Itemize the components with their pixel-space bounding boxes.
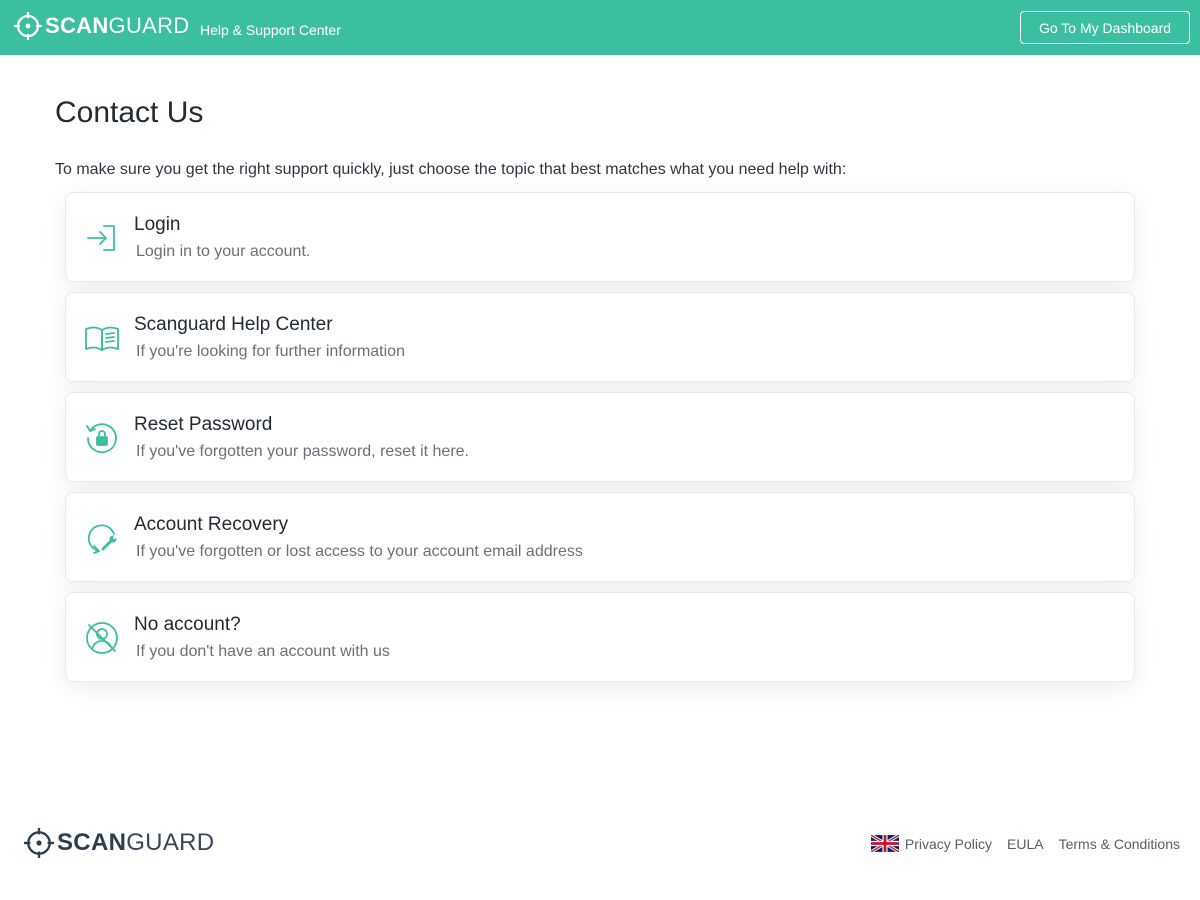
header-subtitle: Help & Support Center [200,22,341,38]
terms-conditions-link[interactable]: Terms & Conditions [1059,836,1180,852]
eula-link[interactable]: EULA [1007,836,1044,852]
topic-card-no-account[interactable]: No account? If you don't have an account… [65,592,1135,682]
footer-wordmark-light: GUARD [126,829,215,856]
card-description: If you've forgotten your password, reset… [136,443,469,460]
card-description: Login in to your account. [136,243,311,260]
card-description: If you're looking for further informatio… [136,343,405,360]
book-icon [84,320,120,356]
footer-links: Privacy Policy EULA Terms & Conditions [870,835,1180,852]
uk-flag-icon[interactable] [870,835,899,852]
topic-card-login[interactable]: Login Login in to your account. [65,192,1135,282]
card-title: Reset Password [134,414,273,435]
brand-wordmark-light: GUARD [108,13,190,38]
page-title: Contact Us [55,96,204,129]
scanguard-logo[interactable]: SCANGUARD [14,12,190,40]
card-description: If you don't have an account with us [136,643,390,660]
brand-wordmark-bold: SCAN [45,13,109,38]
privacy-policy-link[interactable]: Privacy Policy [905,836,992,852]
login-icon [84,220,120,256]
brand-wordmark: SCANGUARD [45,15,190,37]
top-navigation-bar: SCANGUARD Help & Support Center Go To My… [0,0,1200,55]
card-title: Account Recovery [134,514,289,535]
footer-brand-wordmark: SCANGUARD [57,831,214,855]
card-description: If you've forgotten or lost access to yo… [136,543,583,560]
crosshair-logo-icon [24,828,54,858]
recovery-wrench-icon [84,520,120,556]
footer-scanguard-logo[interactable]: SCANGUARD [24,828,214,858]
go-to-dashboard-button[interactable]: Go To My Dashboard [1020,11,1190,44]
topic-card-reset-password[interactable]: Reset Password If you've forgotten your … [65,392,1135,482]
card-title: Login [134,214,181,235]
reset-lock-icon [84,420,120,456]
card-title: No account? [134,614,241,635]
card-title: Scanguard Help Center [134,314,333,335]
crosshair-logo-icon [14,12,42,40]
footer-wordmark-bold: SCAN [57,829,127,856]
topic-card-account-recovery[interactable]: Account Recovery If you've forgotten or … [65,492,1135,582]
topic-card-help-center[interactable]: Scanguard Help Center If you're looking … [65,292,1135,382]
no-user-icon [84,620,120,656]
intro-text: To make sure you get the right support q… [55,161,847,178]
